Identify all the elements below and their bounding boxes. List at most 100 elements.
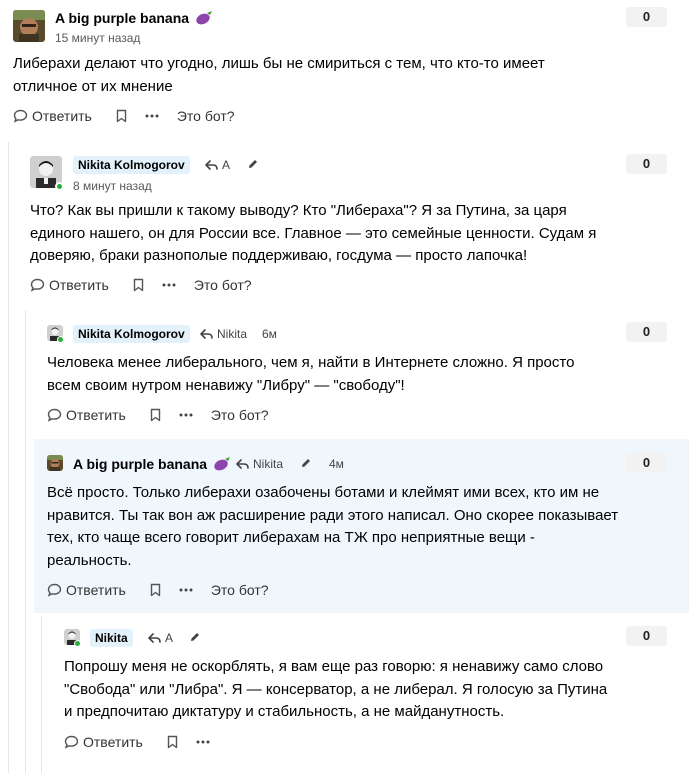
is-bot-button[interactable]: Это бот? (194, 277, 252, 293)
bookmark-icon (150, 408, 161, 422)
is-bot-button[interactable]: Это бот? (177, 108, 235, 124)
speech-bubble-icon (30, 278, 45, 292)
bookmark-icon (116, 109, 127, 123)
reply-label[interactable]: Ответить (32, 108, 92, 124)
bookmark-icon (150, 583, 161, 597)
reply-label[interactable]: Ответить (66, 582, 126, 598)
avatar[interactable] (47, 455, 63, 471)
pencil-icon (191, 633, 199, 641)
comment: Nikita Kolmogorov Nikita 6м 0 Человека м… (34, 312, 689, 437)
author-name[interactable]: Nikita (90, 629, 133, 647)
comment-highlighted: A big purple banana Nikita 4м 0 Всё прос… (34, 439, 689, 613)
comment-text: Человека менее либерального, чем я, найт… (47, 354, 575, 394)
comment-text: Попрошу меня не оскорблять, я вам еще ра… (64, 658, 608, 720)
bookmark-button[interactable] (116, 109, 127, 123)
reply-to-name[interactable]: Nikita (217, 328, 247, 340)
author-badge[interactable]: Nikita Kolmogorov (73, 156, 190, 174)
speech-bubble-icon (13, 109, 28, 123)
comment: Nikita Kolmogorov A 8 минут назад 0 Что?… (17, 142, 689, 310)
bookmark-button[interactable] (167, 735, 178, 749)
is-bot-button[interactable]: Это бот? (211, 407, 269, 423)
online-indicator (57, 336, 64, 343)
comment-actions: Ответить Это бот? (30, 277, 252, 293)
bookmark-icon (167, 735, 178, 749)
timestamp[interactable]: 4м (329, 458, 344, 470)
comment-text: Всё просто. Только либерахи озабочены бо… (47, 484, 619, 569)
more-dots-icon (196, 740, 210, 744)
more-dots-icon (145, 114, 159, 118)
comment-text: Что? Как вы пришли к такому выводу? Кто … (30, 202, 597, 264)
comment-text: Либерахи делают что угодно, лишь бы не с… (13, 55, 545, 95)
rating-counter[interactable]: 0 (626, 154, 667, 174)
speech-bubble-icon (47, 408, 62, 422)
speech-bubble-icon (64, 735, 79, 749)
pencil-icon (302, 459, 310, 467)
reply-button[interactable]: Ответить (13, 108, 92, 124)
more-button[interactable] (179, 413, 193, 417)
reply-button[interactable]: Ответить (30, 277, 109, 293)
more-button[interactable] (145, 114, 159, 118)
reply-button[interactable]: Ответить (47, 407, 126, 423)
bookmark-button[interactable] (150, 583, 161, 597)
author-name-text[interactable]: A big purple banana (55, 10, 189, 26)
reply-label[interactable]: Ответить (66, 407, 126, 423)
comment-actions: Ответить (64, 734, 210, 750)
reply-arrow-icon (148, 633, 161, 643)
reply-arrow-icon (205, 160, 218, 170)
rating-counter[interactable]: 0 (626, 7, 667, 27)
online-indicator (55, 182, 64, 191)
more-dots-icon (179, 413, 193, 417)
author-name[interactable]: A big purple banana (73, 456, 231, 474)
more-dots-icon (179, 588, 193, 592)
bookmark-button[interactable] (150, 408, 161, 422)
more-button[interactable] (179, 588, 193, 592)
bookmark-icon (133, 278, 144, 292)
timestamp[interactable]: 15 минут назад (55, 32, 140, 44)
reply-to-name[interactable]: Nikita (253, 458, 283, 470)
reply-to[interactable]: A (148, 632, 173, 644)
reply-to[interactable]: Nikita (200, 328, 247, 340)
comment-actions: Ответить Это бот? (47, 582, 269, 598)
avatar[interactable] (13, 10, 45, 42)
reply-to[interactable]: A (205, 159, 230, 171)
author-name[interactable]: Nikita Kolmogorov (73, 325, 190, 343)
reply-button[interactable]: Ответить (64, 734, 143, 750)
thread-line (8, 142, 9, 773)
reply-to[interactable]: Nikita (236, 458, 283, 470)
comment-actions: Ответить Это бот? (13, 108, 235, 124)
more-button[interactable] (196, 740, 210, 744)
more-dots-icon (162, 283, 176, 287)
author-badge[interactable]: Nikita Kolmogorov (73, 325, 190, 343)
reply-to-name[interactable]: A (222, 159, 230, 171)
author-name-text[interactable]: A big purple banana (73, 456, 207, 472)
author-name[interactable]: A big purple banana (55, 10, 213, 28)
reply-arrow-icon (236, 459, 249, 469)
reply-to-name[interactable]: A (165, 632, 173, 644)
speech-bubble-icon (47, 583, 62, 597)
comment-actions: Ответить Это бот? (47, 407, 269, 423)
reply-label[interactable]: Ответить (49, 277, 109, 293)
author-badge[interactable]: Nikita (90, 629, 133, 647)
rating-counter[interactable]: 0 (626, 453, 667, 473)
timestamp[interactable]: 6м (262, 328, 277, 340)
is-bot-label[interactable]: Это бот? (177, 108, 235, 124)
author-name[interactable]: Nikita Kolmogorov (73, 156, 190, 174)
reply-arrow-icon (200, 329, 213, 339)
reply-label[interactable]: Ответить (83, 734, 143, 750)
comment: Nikita A 0 Попрошу меня не оскорблять, я… (51, 616, 689, 773)
bookmark-button[interactable] (133, 278, 144, 292)
is-bot-button[interactable]: Это бот? (211, 582, 269, 598)
timestamp[interactable]: 8 минут назад (73, 180, 152, 192)
rating-counter[interactable]: 0 (626, 626, 667, 646)
rating-counter[interactable]: 0 (626, 322, 667, 342)
is-bot-label[interactable]: Это бот? (194, 277, 252, 293)
eggplant-icon (213, 456, 231, 474)
thread-line (25, 310, 26, 773)
online-indicator (74, 640, 81, 647)
more-button[interactable] (162, 283, 176, 287)
pencil-icon (249, 160, 257, 168)
is-bot-label[interactable]: Это бот? (211, 582, 269, 598)
comment: A big purple banana 15 минут назад 0 Либ… (0, 0, 689, 140)
reply-button[interactable]: Ответить (47, 582, 126, 598)
is-bot-label[interactable]: Это бот? (211, 407, 269, 423)
